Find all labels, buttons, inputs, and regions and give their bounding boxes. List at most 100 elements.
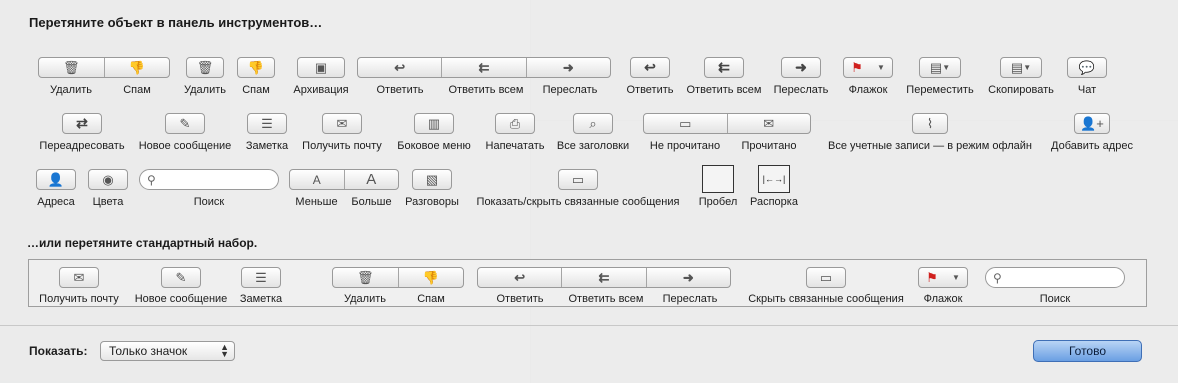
label-read: Прочитано	[741, 140, 797, 152]
default-item-delete-junk: 🗑 👎 Удалить Спам	[332, 267, 464, 305]
headers-icon: ⌕	[573, 113, 613, 134]
reply-all-arrow-icon: ⇇	[704, 57, 744, 78]
done-button[interactable]: Готово	[1033, 340, 1142, 362]
reply-all-arrow-icon: ⇇	[561, 268, 645, 287]
folder-copy-icon: ▤ ▼	[1000, 57, 1042, 78]
toolbar-item-copy[interactable]: ▤ ▼ Скопировать	[985, 57, 1057, 96]
label-flexible-space: Распорка	[750, 196, 798, 208]
toolbar-item-junk[interactable]: 👎 Спам	[236, 57, 276, 96]
label-address: Адреса	[37, 196, 75, 208]
archive-box-icon: ▣	[297, 57, 345, 78]
toolbar-item-space[interactable]: Пробел	[697, 165, 739, 208]
color-wheel-icon: ◉	[88, 169, 128, 190]
toolbar-item-colors[interactable]: ◉ Цвета	[88, 169, 128, 208]
default-item-get-mail: ✉ Получить почту	[35, 267, 123, 305]
trash-icon: 🗑	[356, 269, 374, 285]
toolbar-item-note[interactable]: ☰ Заметка	[244, 113, 290, 152]
toolbar-item-get-mail[interactable]: ✉ Получить почту	[298, 113, 386, 152]
label-conversations: Разговоры	[405, 196, 459, 208]
label-toggle-related: Показать/скрыть связанные сообщения	[476, 196, 680, 208]
default-toolbar-set[interactable]: ✉ Получить почту ✎ Новое сообщение ☰ Зам…	[28, 259, 1147, 307]
label-archive: Архивация	[293, 84, 349, 96]
label-default-note: Заметка	[239, 293, 283, 305]
toolbar-item-reply-all[interactable]: ⇇ Ответить всем	[686, 57, 762, 96]
trash-icon: 🗑	[62, 59, 80, 75]
default-item-new-message: ✎ Новое сообщение	[131, 267, 231, 305]
reply-all-arrow-icon: ⇇	[441, 58, 525, 77]
updown-chevron-icon: ▲ ▼	[220, 342, 229, 359]
label-unread: Не прочитано	[649, 140, 721, 152]
default-item-hide-related: ▭ Скрыть связанные сообщения	[743, 267, 909, 305]
toolbar-item-toggle-related[interactable]: ▭ Показать/скрыть связанные сообщения	[470, 169, 686, 208]
toolbar-item-flexible-space[interactable]: |←→| Распорка	[748, 165, 800, 208]
toolbar-item-all-headers[interactable]: ⌕ Все заголовки	[555, 113, 631, 152]
label-all-headers: Все заголовки	[556, 140, 630, 152]
label-default-new-message: Новое сообщение	[134, 293, 228, 305]
label-junk-2: Спам	[242, 84, 270, 96]
label-chat: Чат	[1077, 84, 1097, 96]
toolbar-item-forward[interactable]: ➜ Переслать	[772, 57, 830, 96]
label-note: Заметка	[245, 140, 289, 152]
toolbar-item-redirect[interactable]: ⇄ Переадресовать	[37, 113, 127, 152]
thumbs-down-icon: 👎	[103, 58, 170, 77]
thumbs-down-icon: 👎	[397, 268, 464, 287]
forward-arrow-icon: ➜	[525, 58, 610, 77]
label-new-message: Новое сообщение	[138, 140, 232, 152]
label-reply-all-2: Ответить всем	[686, 84, 762, 96]
contacts-icon: 👤	[36, 169, 76, 190]
toolbar-item-delete[interactable]: 🗑 Удалить	[184, 57, 226, 96]
toolbar-item-reply[interactable]: ↩ Ответить	[626, 57, 674, 96]
toolbar-item-flag[interactable]: ⚑ ▼ Флажок	[843, 57, 893, 96]
flag-icon: ⚑ ▼	[918, 267, 968, 288]
default-item-flag: ⚑ ▼ Флажок	[918, 267, 968, 305]
related-messages-icon: ▭	[558, 169, 598, 190]
label-forward: Переслать	[542, 84, 598, 96]
flexible-space-box: |←→|	[758, 165, 790, 193]
envelope-open-icon: ▭	[679, 115, 692, 131]
toolbar-item-sidebar[interactable]: ▥ Боковое меню	[394, 113, 474, 152]
toolbar-item-font-size-group[interactable]: A A Меньше Больше	[289, 169, 399, 208]
offline-icon: ⌇	[912, 113, 948, 134]
toolbar-item-reply-group[interactable]: ↩ ⇇ ➜ Ответить Ответить всем Переслать	[357, 57, 611, 96]
forward-arrow-icon: ➜	[645, 268, 730, 287]
label-default-reply: Ответить	[496, 293, 544, 305]
label-sidebar: Боковое меню	[397, 140, 471, 152]
footer-divider	[0, 325, 1178, 326]
sidebar-icon: ▥	[414, 113, 454, 134]
toolbar-item-go-offline[interactable]: ⌇ Все учетные записи — в режим офлайн	[822, 113, 1038, 152]
toolbar-item-address[interactable]: 👤 Адреса	[36, 169, 76, 208]
trash-icon: 🗑	[186, 57, 224, 78]
font-bigger-icon: A	[343, 170, 399, 189]
label-forward-2: Переслать	[773, 84, 829, 96]
toolbar-item-add-contact[interactable]: 👤+ Добавить адрес	[1048, 113, 1136, 152]
envelope-icon: ✉	[726, 114, 811, 133]
label-reply-2: Ответить	[626, 84, 674, 96]
add-contact-icon: 👤+	[1074, 113, 1110, 134]
search-field: ⚲	[985, 267, 1125, 288]
note-icon: ☰	[241, 267, 281, 288]
toolbar-item-read-unread-group[interactable]: ▭ ✉ Не прочитано Прочитано	[643, 113, 811, 152]
toolbar-item-move[interactable]: ▤ ▼ Переместить	[903, 57, 977, 96]
label-default-forward: Переслать	[662, 293, 718, 305]
toolbar-item-conversations[interactable]: ▧ Разговоры	[402, 169, 462, 208]
toolbar-item-delete-junk-group[interactable]: 🗑 👎 Удалить Спам	[38, 57, 170, 96]
conversations-icon: ▧	[412, 169, 452, 190]
search-field: ⚲	[139, 169, 279, 190]
label-copy: Скопировать	[988, 84, 1054, 96]
label-default-junk: Спам	[417, 293, 445, 305]
toolbar-item-search[interactable]: ⚲ Поиск	[139, 169, 279, 208]
toolbar-item-new-message[interactable]: ✎ Новое сообщение	[136, 113, 234, 152]
label-reply: Ответить	[376, 84, 424, 96]
toolbar-item-print[interactable]: ⎙ Напечатать	[483, 113, 547, 152]
show-mode-select[interactable]: Только значок ▲ ▼	[100, 341, 235, 361]
font-smaller-icon: A	[312, 172, 321, 187]
default-item-search: ⚲ Поиск	[985, 267, 1125, 305]
toolbar-item-chat[interactable]: 💬 Чат	[1067, 57, 1107, 96]
label-default-reply-all: Ответить всем	[568, 293, 644, 305]
label-add-contact: Добавить адрес	[1051, 140, 1133, 152]
compose-icon: ✎	[165, 113, 205, 134]
space-box	[702, 165, 734, 193]
label-default-get-mail: Получить почту	[39, 293, 119, 305]
note-icon: ☰	[247, 113, 287, 134]
toolbar-item-archive[interactable]: ▣ Архивация	[288, 57, 354, 96]
